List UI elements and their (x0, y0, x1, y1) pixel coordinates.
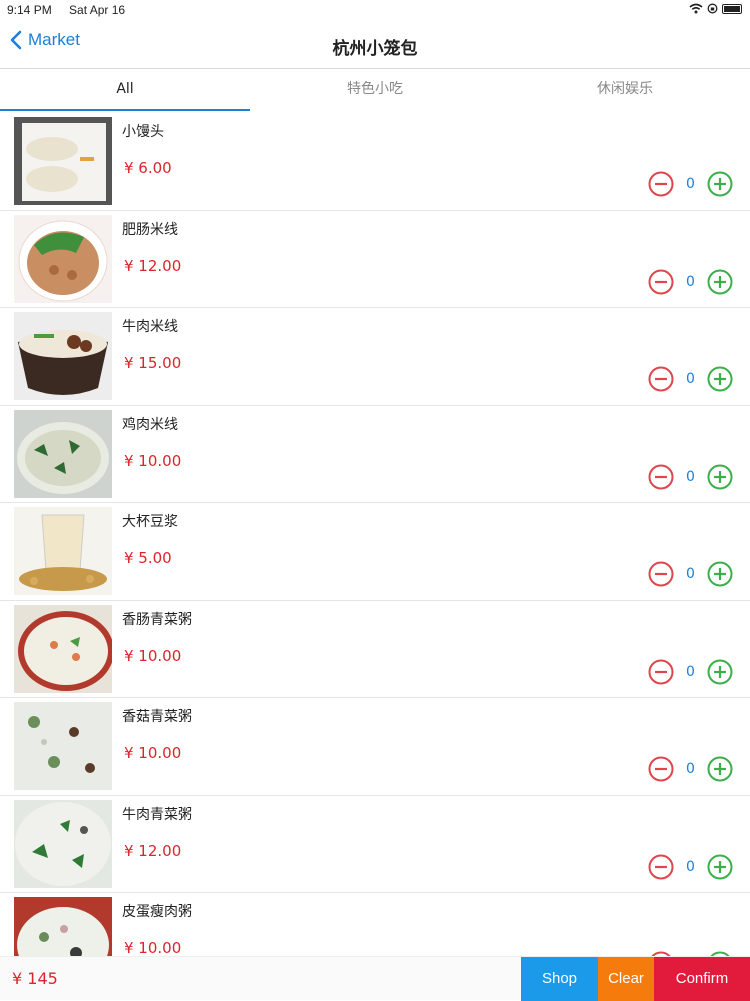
minus-circle-icon[interactable] (648, 756, 674, 782)
list-item: 香菇青菜粥 ¥ 10.00 0 (0, 698, 750, 796)
minus-circle-icon[interactable] (648, 464, 674, 490)
minus-circle-icon[interactable] (648, 854, 674, 880)
quantity-stepper: 0 (648, 756, 733, 782)
quantity-stepper: 0 (648, 464, 733, 490)
minus-circle-icon[interactable] (648, 659, 674, 685)
plus-circle-icon[interactable] (707, 171, 733, 197)
list-item: 牛肉青菜粥 ¥ 12.00 0 (0, 796, 750, 894)
plus-circle-icon[interactable] (707, 269, 733, 295)
item-price: ¥ 10.00 (124, 939, 181, 956)
page-title: 杭州小笼包 (0, 34, 750, 59)
product-image (14, 897, 112, 956)
plus-circle-icon[interactable] (707, 366, 733, 392)
product-image (14, 800, 112, 888)
plus-circle-icon[interactable] (707, 659, 733, 685)
item-name: 皮蛋瘦肉粥 (122, 901, 192, 921)
plus-circle-icon[interactable] (707, 756, 733, 782)
item-name: 鸡肉米线 (122, 414, 178, 434)
quantity-value: 0 (674, 761, 707, 777)
product-image (14, 702, 112, 790)
item-name: 肥肠米线 (122, 219, 178, 239)
minus-circle-icon[interactable] (648, 366, 674, 392)
status-date: Sat Apr 16 (69, 3, 125, 17)
item-price: ¥ 12.00 (124, 842, 181, 860)
quantity-stepper: 0 (648, 269, 733, 295)
quantity-value: 0 (674, 566, 707, 582)
status-time: 9:14 PM (7, 3, 52, 17)
list-item: 小馒头 ¥ 6.00 0 (0, 113, 750, 211)
plus-circle-icon[interactable] (707, 464, 733, 490)
cart-total: ¥ 145 (12, 969, 58, 988)
item-name: 香菇青菜粥 (122, 706, 192, 726)
product-list[interactable]: 小馒头 ¥ 6.00 0 肥肠米线 ¥ 12.00 0 牛肉米线 ¥ 15.00… (0, 113, 750, 956)
orientation-lock-icon (707, 3, 718, 14)
plus-circle-icon[interactable] (707, 854, 733, 880)
list-item: 大杯豆浆 ¥ 5.00 0 (0, 503, 750, 601)
item-name: 牛肉米线 (122, 316, 178, 336)
quantity-value: 0 (674, 176, 707, 192)
item-name: 香肠青菜粥 (122, 609, 192, 629)
item-price: ¥ 15.00 (124, 354, 181, 372)
list-item: 香肠青菜粥 ¥ 10.00 0 (0, 601, 750, 699)
minus-circle-icon[interactable] (648, 561, 674, 587)
status-bar: 9:14 PM Sat Apr 16 (0, 0, 750, 22)
shop-button[interactable]: Shop (521, 957, 598, 1001)
item-name: 牛肉青菜粥 (122, 804, 192, 824)
list-item: 牛肉米线 ¥ 15.00 0 (0, 308, 750, 406)
list-item: 鸡肉米线 ¥ 10.00 0 (0, 406, 750, 504)
list-item: 皮蛋瘦肉粥 ¥ 10.00 0 (0, 893, 750, 956)
clear-button[interactable]: Clear (598, 957, 654, 1001)
tab-specialty-snacks[interactable]: 特色小吃 (250, 69, 500, 111)
product-image (14, 215, 112, 303)
item-price: ¥ 10.00 (124, 452, 181, 470)
quantity-stepper: 0 (648, 659, 733, 685)
item-name: 大杯豆浆 (122, 511, 178, 531)
product-image (14, 312, 112, 400)
quantity-stepper: 0 (648, 171, 733, 197)
tab-leisure[interactable]: 休闲娱乐 (500, 69, 750, 111)
product-image (14, 605, 112, 693)
item-price: ¥ 6.00 (124, 159, 172, 177)
quantity-value: 0 (674, 371, 707, 387)
quantity-value: 0 (674, 469, 707, 485)
cart-bar: ¥ 145 Shop Clear Confirm (0, 956, 750, 1000)
quantity-stepper: 0 (648, 366, 733, 392)
minus-circle-icon[interactable] (648, 269, 674, 295)
list-item: 肥肠米线 ¥ 12.00 0 (0, 211, 750, 309)
confirm-button[interactable]: Confirm (654, 957, 750, 1001)
product-image (14, 117, 112, 205)
wifi-icon (689, 3, 703, 14)
item-price: ¥ 5.00 (124, 549, 172, 567)
quantity-value: 0 (674, 274, 707, 290)
plus-circle-icon[interactable] (707, 561, 733, 587)
quantity-value: 0 (674, 664, 707, 680)
quantity-value: 0 (674, 859, 707, 875)
category-tabs: All 特色小吃 休闲娱乐 (0, 69, 750, 111)
tab-all[interactable]: All (0, 69, 250, 111)
product-image (14, 507, 112, 595)
item-price: ¥ 12.00 (124, 257, 181, 275)
navigation-bar: Market 杭州小笼包 (0, 22, 750, 68)
item-price: ¥ 10.00 (124, 744, 181, 762)
item-name: 小馒头 (122, 121, 164, 141)
item-price: ¥ 10.00 (124, 647, 181, 665)
product-image (14, 410, 112, 498)
battery-icon (722, 4, 742, 14)
minus-circle-icon[interactable] (648, 171, 674, 197)
quantity-stepper: 0 (648, 854, 733, 880)
quantity-stepper: 0 (648, 561, 733, 587)
